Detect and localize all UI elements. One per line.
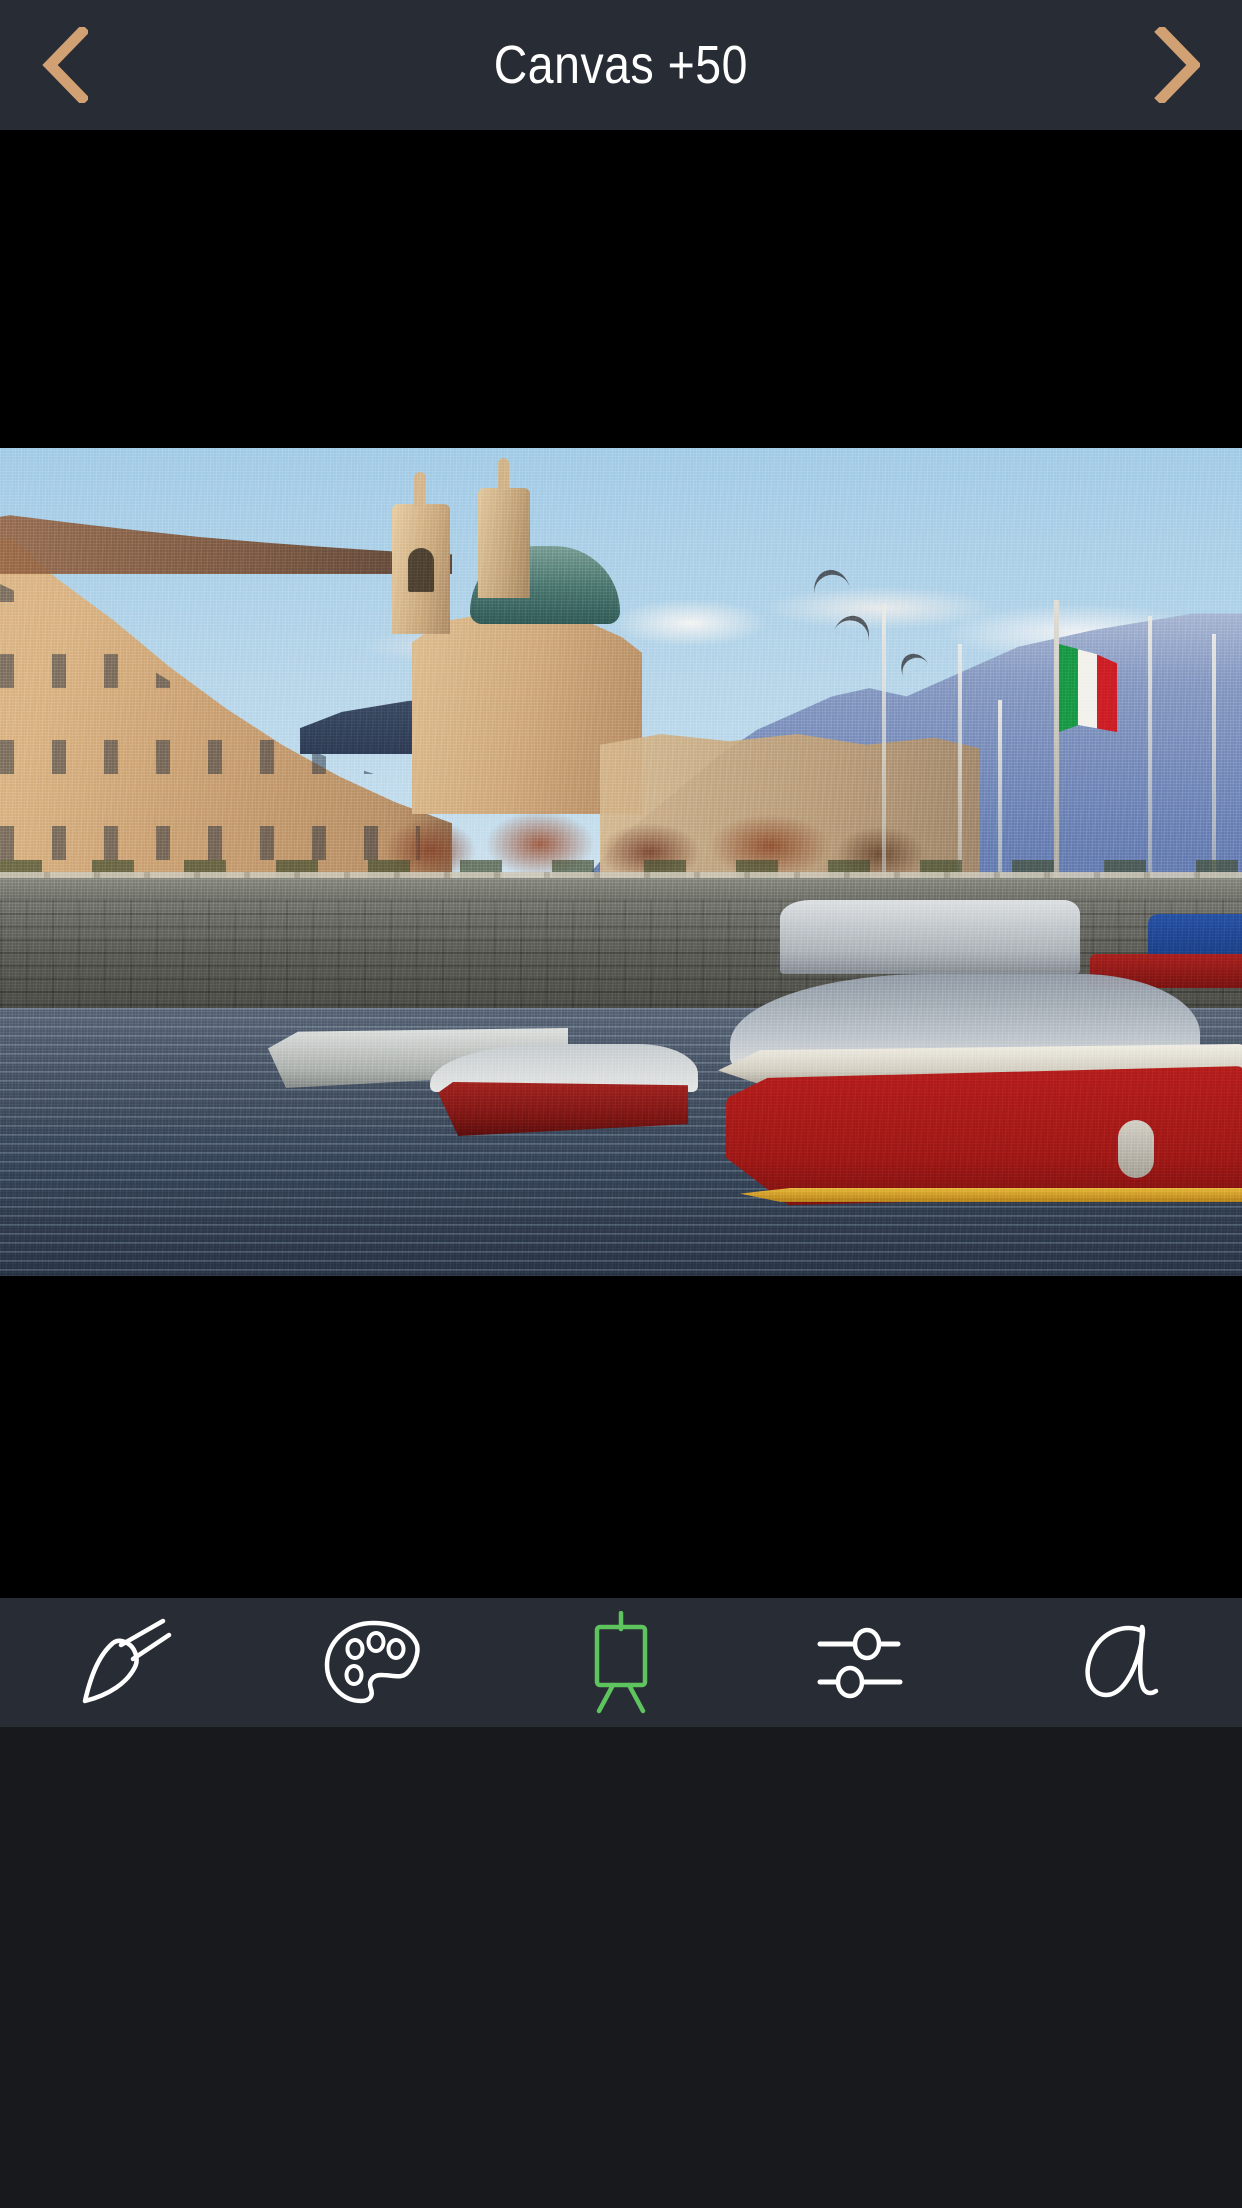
tab-palette[interactable]: [282, 1598, 464, 1727]
chevron-right-icon: [1154, 27, 1200, 103]
bell-tower-left: [392, 472, 450, 634]
app-root: Canvas +50: [0, 0, 1242, 2208]
previous-preset-button[interactable]: [0, 0, 130, 130]
chevron-left-icon: [42, 27, 88, 103]
tab-canvas[interactable]: [530, 1598, 712, 1727]
boat-far-white: [780, 900, 1080, 974]
boat-fender: [1118, 1120, 1154, 1178]
paintbrush-icon: [82, 1618, 172, 1703]
flag-white-band: [1078, 649, 1098, 729]
bell-tower-right: [478, 458, 530, 598]
swatch-panel: Canvas Canvas Primed Rough Cold P: [0, 1727, 1242, 2208]
page-title: Canvas +50: [493, 35, 749, 95]
flag-red-band: [1097, 654, 1117, 732]
canvas-stage[interactable]: [0, 130, 1242, 1598]
italian-flag: [1059, 644, 1117, 732]
tab-adjust[interactable]: [778, 1598, 960, 1727]
tool-bar: [0, 1598, 1242, 1727]
title-container: Canvas +50: [130, 0, 1112, 130]
artwork-preview[interactable]: [0, 448, 1242, 1276]
easel-icon: [594, 1610, 648, 1713]
palette-icon: [324, 1620, 420, 1703]
top-bar: Canvas +50: [0, 0, 1242, 130]
tab-brush[interactable]: [33, 1598, 215, 1727]
flag-green-band: [1059, 644, 1079, 732]
tab-text[interactable]: [1027, 1598, 1209, 1727]
next-preset-button[interactable]: [1112, 0, 1242, 130]
boat-waterline-stripe: [740, 1188, 1242, 1202]
sliders-icon: [817, 1627, 903, 1698]
script-a-icon: [1085, 1624, 1158, 1697]
